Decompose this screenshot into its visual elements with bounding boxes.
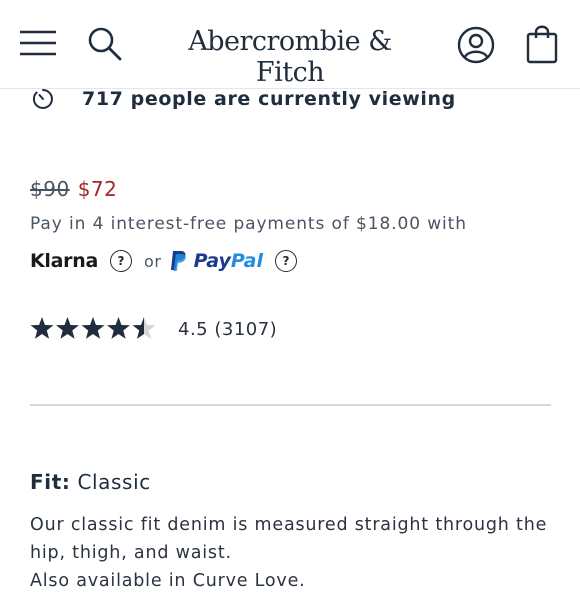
star-filled <box>56 317 79 339</box>
klarna-logo[interactable]: Klarna <box>30 250 98 272</box>
payment-options: Klarna ? or PayPal ? <box>30 246 297 276</box>
description-line: Our classic fit denim is measured straig… <box>30 515 548 535</box>
description-line: hip, thigh, and waist. <box>30 543 232 563</box>
star-filled <box>30 317 54 339</box>
paypal-label-pay: Pay <box>193 250 231 272</box>
fit-label: Fit: <box>30 470 71 494</box>
price-block: $90 $72 <box>30 177 117 201</box>
product-description: Our classic fit denim is measured straig… <box>30 511 555 595</box>
sale-price: $72 <box>77 177 118 201</box>
paypal-p-icon <box>170 251 186 271</box>
currently-viewing-notice: 717 people are currently viewing <box>32 86 456 112</box>
star-filled <box>81 317 105 339</box>
product-rating[interactable]: 4.5 (3107) <box>30 314 277 344</box>
or-text: or <box>143 251 162 271</box>
search-icon[interactable] <box>88 27 122 61</box>
rating-summary: 4.5 (3107) <box>178 318 278 340</box>
klarna-help-icon[interactable]: ? <box>109 250 132 272</box>
star-rating <box>30 317 156 339</box>
fit-info: Fit: Classic <box>30 470 151 494</box>
paypal-help-icon[interactable]: ? <box>274 250 297 272</box>
fit-value: Classic <box>77 470 151 494</box>
star-filled <box>107 317 130 339</box>
hamburger-menu-icon[interactable] <box>20 30 56 56</box>
timer-icon <box>32 89 53 109</box>
shopping-bag-icon[interactable] <box>526 24 558 64</box>
user-account-icon[interactable] <box>457 26 495 64</box>
paypal-logo[interactable]: PayPal <box>194 250 263 272</box>
section-divider <box>30 404 551 406</box>
description-line: Also available in Curve Love. <box>30 571 306 591</box>
viewing-count-text: 717 people are currently viewing <box>82 88 456 110</box>
installment-text: Pay in 4 interest-free payments of $18.0… <box>30 214 467 234</box>
original-price: $90 <box>30 177 70 201</box>
site-header: Abercrombie & Fitch <box>0 0 580 89</box>
paypal-label-pal: Pal <box>230 250 263 272</box>
brand-logo[interactable]: Abercrombie & Fitch <box>160 26 420 88</box>
